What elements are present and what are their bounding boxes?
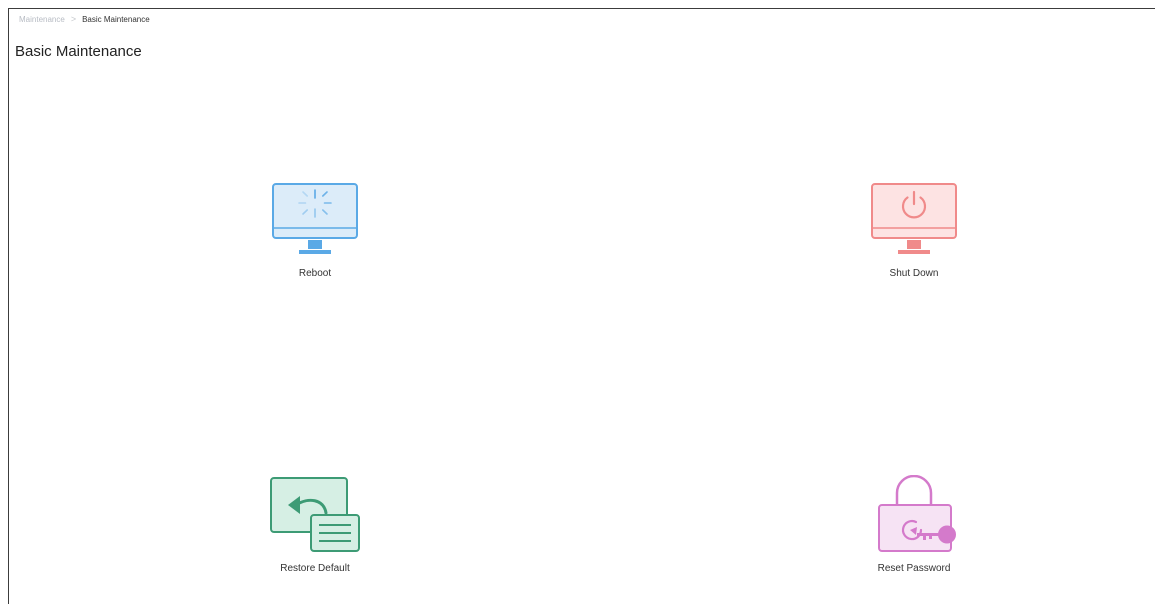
reset-password-button[interactable]: Reset Password (844, 475, 984, 595)
breadcrumb: Maintenance > Basic Maintenance (19, 14, 150, 24)
main-panel: Maintenance > Basic Maintenance Basic Ma… (8, 8, 1155, 604)
reset-password-label: Reset Password (877, 563, 951, 574)
shutdown-monitor-icon (866, 180, 962, 260)
reset-password-lock-icon (866, 475, 962, 555)
page-title: Basic Maintenance (15, 43, 142, 60)
reboot-button[interactable]: Reboot (245, 180, 385, 300)
shutdown-label: Shut Down (889, 268, 939, 279)
breadcrumb-maintenance-link[interactable]: Maintenance (19, 15, 65, 24)
restore-default-icon (267, 475, 363, 555)
reboot-monitor-icon (267, 180, 363, 260)
breadcrumb-separator: > (70, 14, 77, 24)
reboot-label: Reboot (298, 268, 332, 279)
restore-default-label: Restore Default (280, 563, 350, 574)
restore-default-button[interactable]: Restore Default (245, 475, 385, 595)
shutdown-button[interactable]: Shut Down (844, 180, 984, 300)
breadcrumb-current: Basic Maintenance (82, 14, 150, 24)
